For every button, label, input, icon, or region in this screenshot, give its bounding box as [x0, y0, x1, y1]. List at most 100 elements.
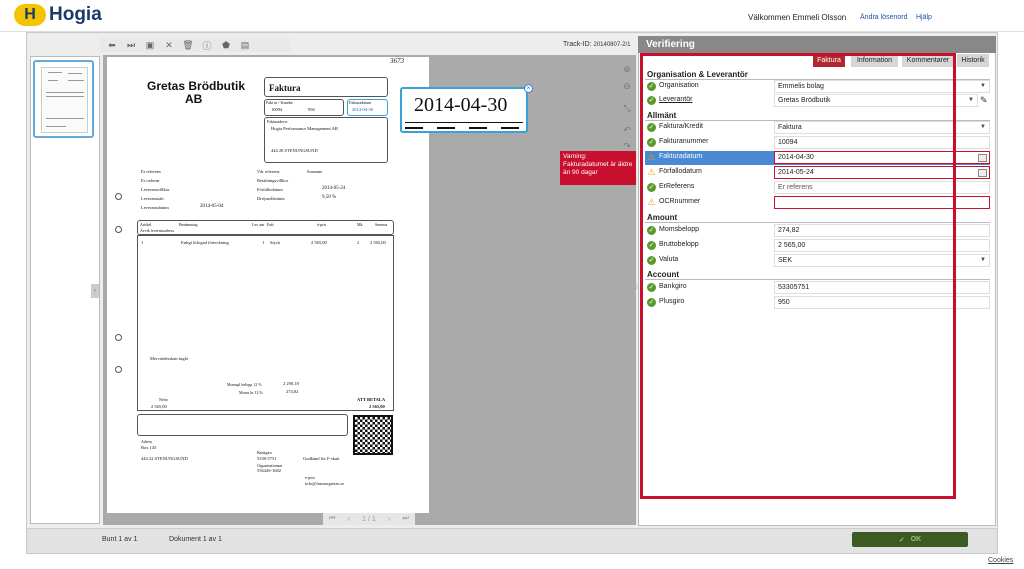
last-page-icon[interactable]: ⏭: [403, 515, 409, 523]
doc-drojsmalsranta-value: 9,50 %: [322, 195, 337, 200]
doc-betalningsvillkor: Betalningsvillkor: [257, 178, 289, 183]
doc-type: Faktura: [269, 83, 301, 93]
att-betala-label: ATT BETALA: [357, 397, 386, 402]
line-price: 2 565,00: [311, 240, 327, 245]
collapse-thumbnails-handle[interactable]: ‹: [91, 284, 99, 298]
fit-page-icon[interactable]: ⤡: [621, 102, 633, 114]
close-zoom-icon[interactable]: ×: [524, 84, 533, 93]
col-artikel: Artikel: [140, 222, 152, 227]
logo-text: Hogia: [49, 4, 102, 25]
trash-icon[interactable]: 🗑: [181, 38, 195, 52]
line-items-body: [137, 235, 394, 411]
stamp-icon[interactable]: ⬟: [219, 38, 233, 52]
calendar-icon[interactable]: [978, 169, 987, 177]
doc-bankgiro-value: 5330-5751: [257, 456, 277, 461]
first-page-icon[interactable]: ⏮: [329, 515, 335, 523]
thumbnail-preview: [41, 67, 88, 133]
doc-avvik: Avvik leveransadress: [140, 228, 175, 233]
skip-end-icon[interactable]: ⏭: [124, 38, 138, 52]
buyer-city: 444 28 STENUNGSUND: [271, 148, 318, 153]
line-items-header: [137, 220, 394, 235]
batch-counter: Bunt 1 av 1: [102, 536, 138, 543]
zoom-magnifier: 2014-04-30: [400, 87, 528, 133]
help-link[interactable]: Hjälp: [916, 14, 932, 21]
doc-var-ref: Vår referens: [257, 169, 280, 174]
invoice-number: 10094: [271, 107, 283, 112]
track-id: Track-ID: 20140807-2/1: [563, 41, 631, 48]
doc-leveranssatt: Leveranssätt: [141, 196, 164, 201]
col-enh: Enh: [267, 222, 274, 227]
arrow-left-icon[interactable]: ⬅: [105, 38, 119, 52]
highlight-frame: [640, 53, 956, 499]
check-icon: ✓: [898, 536, 905, 544]
track-id-label: Track-ID:: [563, 41, 592, 48]
zoom-out-icon[interactable]: ⊖: [621, 80, 633, 92]
inbox-icon[interactable]: ▤: [238, 38, 252, 52]
line-desc: Enligt bifogad förteckning: [181, 240, 229, 245]
welcome-text: Välkommen Emmeli Olsson: [748, 13, 847, 22]
col-benamning: Benämning: [179, 222, 198, 227]
col-moms: Mk: [357, 222, 363, 227]
momspl-value: 2 290,18: [283, 381, 299, 386]
doc-adress-box: Box 145: [141, 445, 157, 450]
doc-er-ref: Er referens: [141, 169, 161, 174]
doc-forfallodatum-value: 2014-05-24: [322, 186, 346, 191]
info-icon[interactable]: ⓘ: [200, 38, 214, 52]
doc-orgnr-value: 556426-1682: [257, 468, 281, 473]
customer-number: 956: [308, 107, 315, 112]
doc-epost-label: e-post: [305, 475, 315, 480]
rotate-left-icon[interactable]: ↶: [621, 124, 633, 136]
invoice-date: 2014-04-30: [352, 107, 373, 112]
prev-page-icon[interactable]: ‹: [348, 516, 350, 523]
punch-hole-3: [115, 334, 122, 341]
tab-historik[interactable]: Historik: [957, 54, 989, 67]
line-sum: 2 565,00: [370, 240, 386, 245]
moms-note: Mervärdesskatt ingår: [150, 356, 189, 361]
hogia-logo[interactable]: H Hogia: [14, 4, 102, 26]
doc-adress-label: Adress: [141, 439, 153, 444]
buyer-name: Hogia Performance Management AB: [271, 126, 338, 131]
punch-hole-1: [115, 193, 122, 200]
momspl-label: Momspl belopp 12 %: [227, 382, 262, 387]
invoice-number-label: Fakt nr / Kundnr: [266, 100, 293, 105]
page-navigator: ⏮ ‹ 1 / 1 › ⏭: [323, 513, 415, 525]
warning-tooltip: Varning: Fakturadatumet är äldre än 90 d…: [560, 151, 636, 185]
moms-value: 274,82: [286, 389, 299, 394]
qr-code: [353, 415, 393, 455]
next-page-icon[interactable]: ›: [388, 516, 390, 523]
save-icon[interactable]: ▣: [143, 38, 157, 52]
invoice-date-label: Fakturadatum: [349, 100, 372, 105]
message-box: [137, 414, 348, 436]
document-toolbar: ⬅ ⏭ ▣ ✕ 🗑 ⓘ ⬟ ▤: [100, 38, 290, 52]
doc-er-ordernr: Er ordernr: [141, 178, 160, 183]
seller-name: Gretas Brödbutik: [147, 79, 246, 93]
zoom-value: 2014-04-30: [414, 94, 508, 116]
col-summa: Summa: [375, 222, 388, 227]
document-counter: Dokument 1 av 1: [169, 536, 222, 543]
close-icon[interactable]: ✕: [162, 38, 176, 52]
zoom-in-icon[interactable]: ⊕: [621, 63, 633, 75]
netto-value: 2 565,00: [151, 404, 167, 409]
att-betala-value: 2 565,00: [369, 404, 385, 409]
cookies-link[interactable]: Cookies: [988, 557, 1013, 564]
seller-name-2: AB: [185, 92, 203, 106]
doc-var-ref-value: Susanne: [307, 169, 322, 174]
logo-mark: H: [14, 4, 46, 26]
doc-leveransvillkor: Leveransvillkor: [141, 187, 170, 192]
handwritten-note: 3673: [390, 57, 404, 65]
change-password-link[interactable]: Ändra lösenord: [860, 14, 907, 21]
page-thumbnail[interactable]: [33, 60, 94, 138]
doc-adress-city: 444 22 STENUNGSUND: [141, 456, 188, 461]
doc-leveransdatum: Leveransdatum: [141, 205, 169, 210]
panel-title: Verifiering: [638, 36, 996, 53]
line-qty: 1: [262, 240, 265, 245]
doc-fskatt: Godkänd för F-skatt: [303, 456, 340, 461]
col-levant: Lev ant: [252, 222, 265, 227]
edit-pencil-icon[interactable]: ✎: [980, 95, 988, 106]
doc-bankgiro-label: Bankgiro: [257, 450, 272, 455]
ok-button[interactable]: ✓ OK: [852, 532, 968, 547]
calendar-icon[interactable]: [978, 154, 987, 162]
line-nr: 1: [141, 240, 144, 245]
doc-forfallodatum: Förfallodatum: [257, 187, 283, 192]
line-mk: 2: [357, 240, 360, 245]
